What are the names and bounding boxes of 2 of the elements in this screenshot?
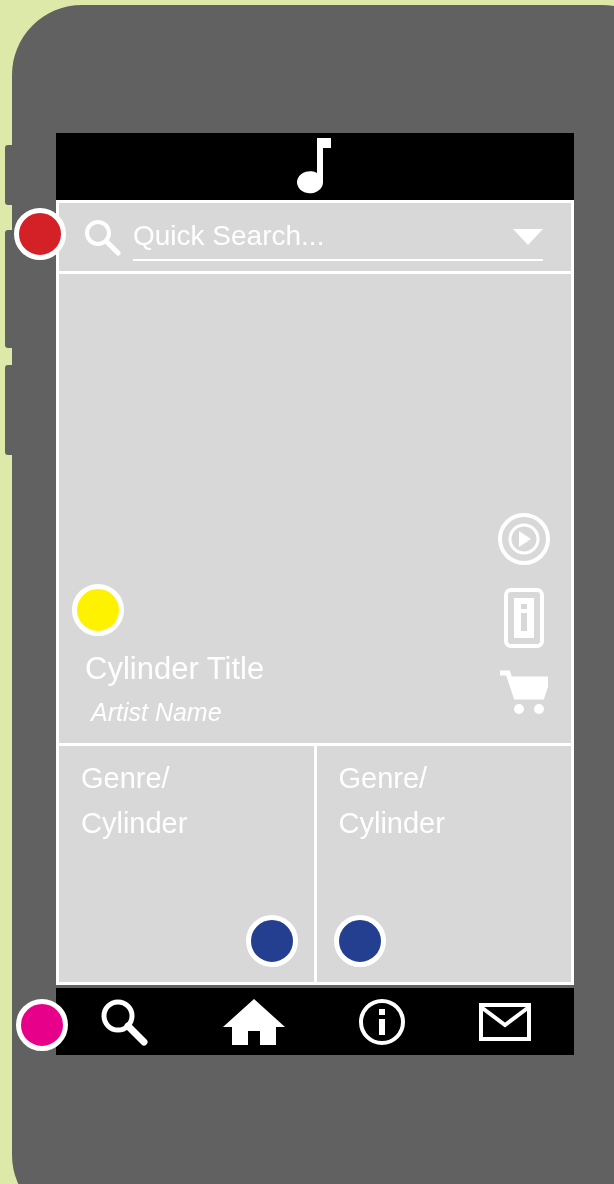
mail-icon[interactable] xyxy=(477,1001,532,1042)
search-icon xyxy=(83,218,121,257)
